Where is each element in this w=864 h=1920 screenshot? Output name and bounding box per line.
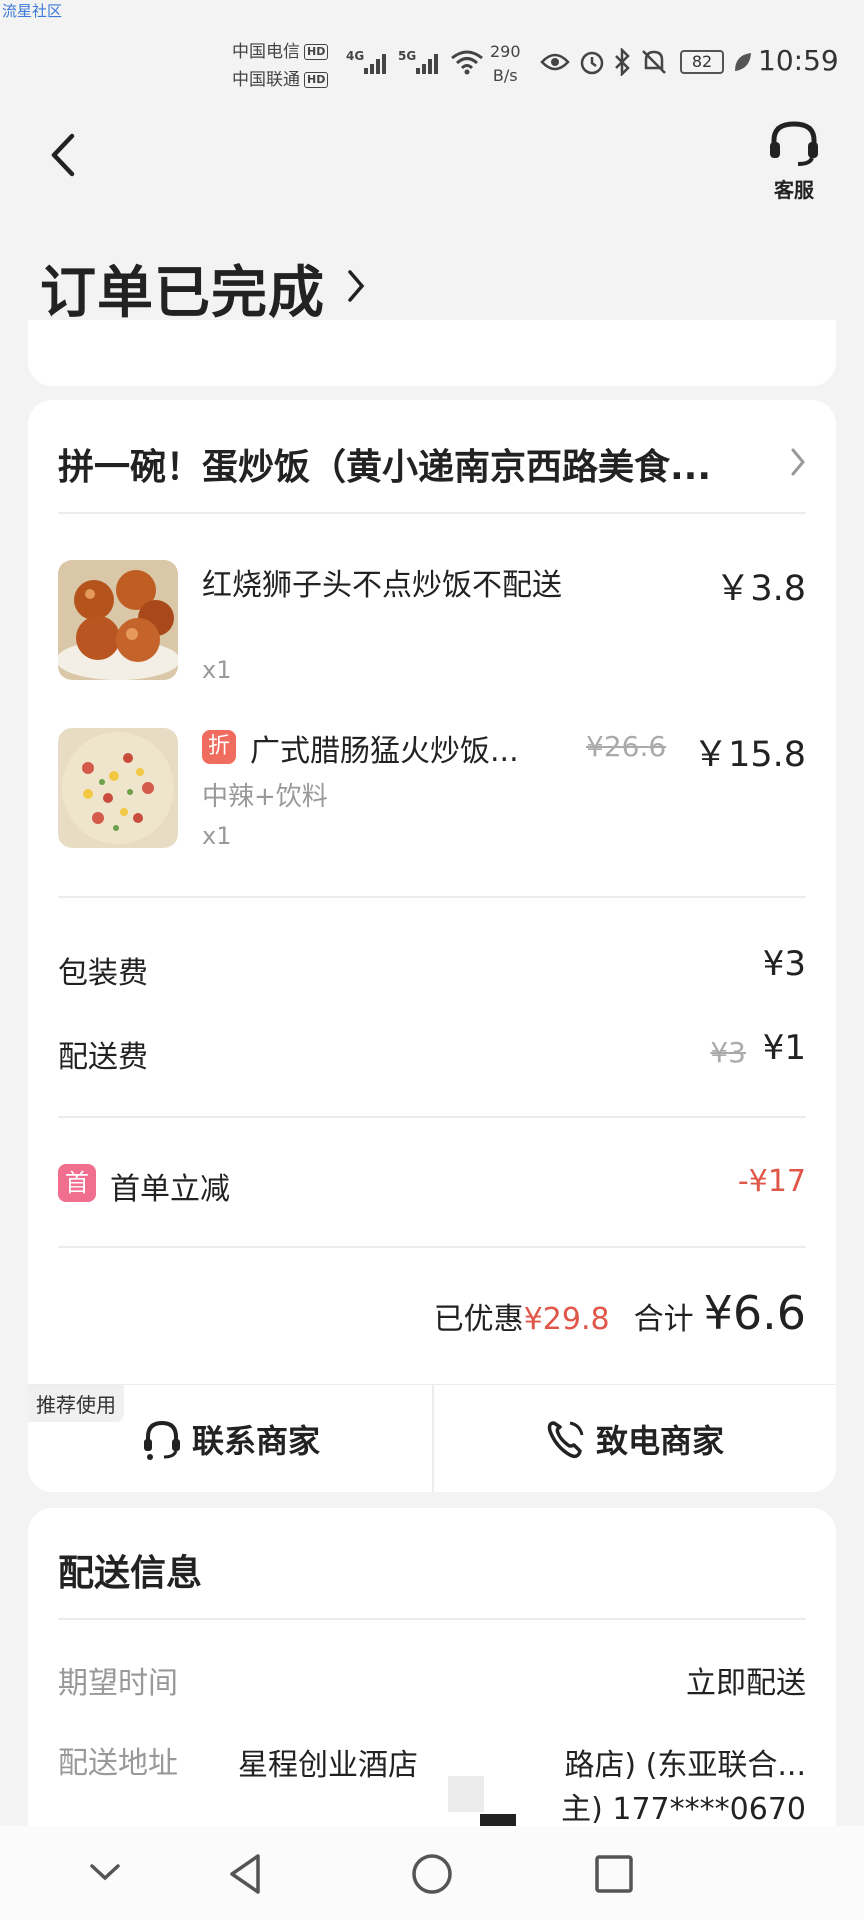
first-order-badge: 首 xyxy=(58,1164,96,1202)
total-label: 合计 xyxy=(633,1302,694,1337)
first-order-discount-label: 首单立减 xyxy=(110,1172,230,1207)
expected-time-value: 立即配送 xyxy=(686,1666,806,1701)
top-card xyxy=(28,320,836,386)
divider xyxy=(58,1618,806,1620)
network-1-label: 4G xyxy=(346,49,364,63)
item-spec: 中辣+饮料 xyxy=(202,782,328,812)
headset-icon xyxy=(770,121,818,166)
privacy-mask-block xyxy=(448,1776,484,1812)
signal-4g-icon: 4G xyxy=(346,49,386,74)
address-line1-end: 路店) (东亚联合... xyxy=(564,1748,806,1783)
item-name: 广式腊肠猛火炒饭... xyxy=(250,734,519,769)
recommend-tag: 推荐使用 xyxy=(28,1385,124,1422)
delivery-fee-original: ¥3 xyxy=(710,1036,746,1069)
expected-time-label: 期望时间 xyxy=(58,1666,178,1701)
delivery-info-title: 配送信息 xyxy=(58,1553,203,1594)
packaging-fee-label: 包装费 xyxy=(58,956,148,991)
saved-value: ¥29.8 xyxy=(523,1302,610,1337)
carrier-info: 中国电信 HD 中国联通 HD xyxy=(232,38,329,94)
food-image-fried-rice[interactable] xyxy=(58,728,178,848)
total-value: ¥6.6 xyxy=(703,1286,806,1340)
divider xyxy=(58,1246,806,1248)
shop-name[interactable]: 拼一碗！蛋炒饭（黄小递南京西路美食... xyxy=(58,438,711,490)
order-card: 拼一碗！蛋炒饭（黄小递南京西路美食... 红烧狮子头不点炒饭不配送 ￥3.8 x… xyxy=(28,400,836,1492)
nav-home-icon[interactable] xyxy=(410,1852,454,1896)
nav-hide-icon[interactable] xyxy=(88,1862,122,1884)
customer-service-label: 客服 xyxy=(774,178,814,202)
network-2-label: 5G xyxy=(398,49,416,63)
chevron-right-icon[interactable] xyxy=(344,266,368,306)
food-image-meatballs[interactable] xyxy=(58,560,178,680)
net-speed: 290 B/s xyxy=(490,40,521,88)
leaf-icon xyxy=(735,53,751,71)
bluetooth-icon xyxy=(615,48,630,76)
mute-bell-icon xyxy=(642,50,666,74)
call-merchant-label: 致电商家 xyxy=(595,1422,724,1460)
carrier-1: 中国电信 xyxy=(232,42,300,62)
delivery-fee-label: 配送费 xyxy=(58,1040,148,1075)
action-bar: 联系商家 致电商家 推荐使用 xyxy=(28,1384,836,1492)
shop-chevron-right-icon[interactable] xyxy=(788,444,808,480)
net-speed-unit: B/s xyxy=(492,66,518,85)
item-quantity: x1 xyxy=(202,822,232,850)
order-status-title[interactable]: 订单已完成 xyxy=(40,248,325,329)
call-merchant-button[interactable]: 致电商家 xyxy=(432,1385,836,1492)
nav-recents-icon[interactable] xyxy=(594,1854,634,1894)
chat-headset-icon xyxy=(143,1420,180,1460)
wifi-icon xyxy=(451,50,483,75)
carrier-2: 中国联通 xyxy=(232,70,300,90)
hd-badge: HD xyxy=(304,72,329,88)
battery-indicator: 82 xyxy=(680,50,724,74)
first-order-discount-value: -¥17 xyxy=(737,1164,806,1199)
net-speed-value: 290 xyxy=(490,42,521,61)
contact-merchant-label: 联系商家 xyxy=(191,1422,320,1460)
system-nav-bar xyxy=(0,1826,864,1920)
alarm-icon xyxy=(580,51,604,75)
item-original-price: ¥26.6 xyxy=(586,730,667,763)
order-totals: 已优惠¥29.8 合计 ¥6.6 xyxy=(434,1286,806,1340)
divider xyxy=(58,1116,806,1118)
divider xyxy=(58,512,806,514)
saved-label: 已优惠 xyxy=(433,1302,524,1337)
back-button[interactable] xyxy=(44,130,84,180)
signal-5g-icon: 5G xyxy=(398,49,438,74)
eye-icon xyxy=(540,53,570,71)
address-line1: 星程创业酒店 xyxy=(238,1748,418,1783)
item-price: ￥15.8 xyxy=(693,735,806,775)
item-quantity: x1 xyxy=(202,656,232,684)
customer-service-button[interactable]: 客服 xyxy=(766,118,822,203)
packaging-fee-value: ¥3 xyxy=(762,944,806,984)
item-name: 红烧狮子头不点炒饭不配送 xyxy=(202,568,562,603)
address-label: 配送地址 xyxy=(58,1746,178,1781)
discount-badge: 折 xyxy=(202,730,236,764)
nav-back-icon[interactable] xyxy=(226,1852,266,1896)
watermark: 流星社区 xyxy=(2,2,63,20)
address-line2-end: 主) 177****0670 xyxy=(561,1792,806,1827)
delivery-fee-value: ¥1 xyxy=(762,1028,806,1068)
clock: 10:59 xyxy=(758,44,839,77)
divider xyxy=(58,896,806,898)
phone-icon xyxy=(547,1421,584,1459)
hd-badge: HD xyxy=(304,44,329,60)
item-price: ￥3.8 xyxy=(715,569,806,609)
